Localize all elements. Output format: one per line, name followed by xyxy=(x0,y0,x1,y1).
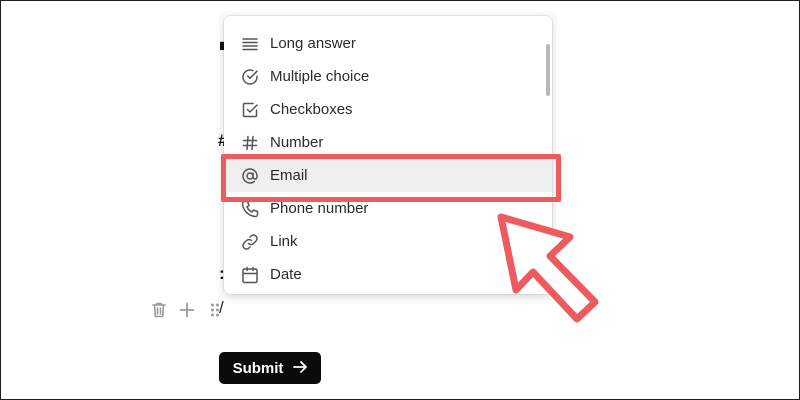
menu-item-label: Link xyxy=(270,233,298,250)
scrollbar-thumb[interactable] xyxy=(546,44,550,96)
menu-item-email[interactable]: Email xyxy=(224,159,552,192)
at-sign-icon xyxy=(241,167,259,185)
arrow-right-icon xyxy=(293,360,308,377)
block-controls xyxy=(148,298,226,322)
hash-icon xyxy=(241,134,259,152)
question-type-dropdown: Long answer Multiple choice Checkboxes N… xyxy=(224,16,552,294)
menu-item-multiple-choice[interactable]: Multiple choice xyxy=(224,60,552,93)
menu-item-label: Long answer xyxy=(270,35,356,52)
slash-command-input[interactable]: / xyxy=(219,298,224,318)
menu-item-link[interactable]: Link xyxy=(224,225,552,258)
plus-icon[interactable] xyxy=(176,299,198,321)
submit-button[interactable]: Submit xyxy=(219,352,321,384)
menu-item-phone-number[interactable]: Phone number xyxy=(224,192,552,225)
calendar-icon xyxy=(241,266,259,284)
multiple-choice-icon xyxy=(241,68,259,86)
menu-item-long-answer[interactable]: Long answer xyxy=(224,27,552,60)
link-icon xyxy=(241,233,259,251)
menu-item-label: Number xyxy=(270,134,324,151)
trash-icon[interactable] xyxy=(148,299,170,321)
menu-item-label: Email xyxy=(270,167,308,184)
menu-item-label: Date xyxy=(270,266,302,283)
submit-label: Submit xyxy=(232,359,284,377)
menu-item-label: Multiple choice xyxy=(270,68,370,85)
menu-item-label: Phone number xyxy=(270,200,369,217)
checkbox-icon xyxy=(241,101,259,119)
dropdown-scrollbar[interactable] xyxy=(544,24,550,286)
menu-item-date[interactable]: Date xyxy=(224,258,552,291)
question-type-list: Long answer Multiple choice Checkboxes N… xyxy=(224,16,552,291)
menu-item-label: Checkboxes xyxy=(270,101,353,118)
long-answer-icon xyxy=(241,35,259,53)
phone-icon xyxy=(241,200,259,218)
menu-item-checkboxes[interactable]: Checkboxes xyxy=(224,93,552,126)
menu-item-number[interactable]: Number xyxy=(224,126,552,159)
